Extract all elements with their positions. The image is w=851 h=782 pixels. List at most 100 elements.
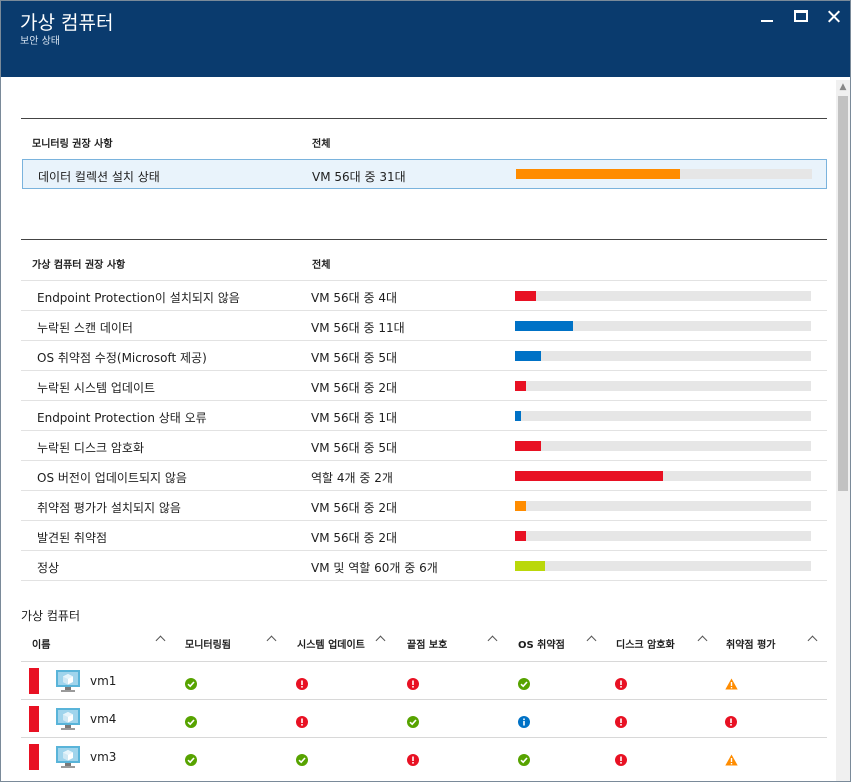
recommendation-row[interactable]: 취약점 평가가 설치되지 않음 VM 56대 중 2대 [21,491,827,521]
recommendation-name: Endpoint Protection이 설치되지 않음 [37,291,240,305]
column-header-system-update[interactable]: 시스템 업데이트 [297,636,365,651]
check-circle-icon [518,675,530,690]
sort-chevron-up-icon[interactable] [697,633,707,643]
sort-chevron-up-icon[interactable] [375,633,385,643]
recommendation-row[interactable]: OS 취약점 수정(Microsoft 제공) VM 56대 중 5대 [21,341,827,371]
close-button[interactable] [824,8,844,26]
title-bar: 가상 컴퓨터 보안 상태 [1,1,850,77]
recommendation-name: 누락된 디스크 암호화 [37,441,144,455]
progress-bar [515,411,811,421]
progress-fill [515,351,542,361]
progress-bar [515,531,811,541]
warning-triangle-icon [725,675,738,690]
severity-indicator [29,744,39,770]
column-header-monitored[interactable]: 모니터링됨 [185,636,231,651]
recommendation-name: 취약점 평가가 설치되지 않음 [37,501,181,515]
error-circle-icon [296,713,308,728]
recommendation-row[interactable]: Endpoint Protection이 설치되지 않음 VM 56대 중 4대 [21,281,827,311]
progress-fill [515,471,663,481]
vm-list-title: 가상 컴퓨터 [21,609,81,623]
recommendation-row[interactable]: 발견된 취약점 VM 56대 중 2대 [21,521,827,551]
scroll-up-arrow-icon[interactable]: ▲ [836,80,850,94]
minimize-icon [761,20,773,22]
vm-name[interactable]: vm3 [90,750,116,764]
progress-bar [516,169,812,179]
info-circle-icon [518,713,530,728]
check-circle-icon [185,675,197,690]
error-circle-icon [615,675,627,690]
recommendation-name: OS 취약점 수정(Microsoft 제공) [37,351,207,365]
vm-table-row[interactable]: vm4 [21,699,827,737]
sort-chevron-up-icon[interactable] [586,633,596,643]
recommendation-total: VM 56대 중 4대 [311,291,398,305]
progress-fill [516,169,680,179]
monitoring-header-name: 모니터링 권장 사항 [32,139,113,150]
error-circle-icon [725,713,737,728]
progress-fill [515,291,536,301]
monitoring-header-total: 전체 [312,139,331,150]
check-circle-icon [185,751,197,766]
error-circle-icon [615,713,627,728]
recommendation-total: VM 56대 중 2대 [311,381,398,395]
maximize-button[interactable] [791,8,811,26]
sort-chevron-up-icon[interactable] [155,633,165,643]
recommendation-total: VM 56대 중 2대 [311,531,398,545]
section-divider [21,118,827,119]
error-circle-icon [407,751,419,766]
recommendation-total: VM 및 역할 60개 중 6개 [311,561,438,575]
recommendation-total: VM 56대 중 1대 [311,411,398,425]
progress-bar [515,561,811,571]
sort-chevron-up-icon[interactable] [487,633,497,643]
blade-title: 가상 컴퓨터 [20,12,114,34]
minimize-button[interactable] [757,8,777,26]
sort-chevron-up-icon[interactable] [266,633,276,643]
check-circle-icon [518,751,530,766]
recommendation-name: 발견된 취약점 [37,531,108,545]
progress-fill [515,381,526,391]
column-header-os-vulnerability[interactable]: OS 취약점 [518,636,565,651]
scroll-thumb[interactable] [838,96,848,491]
severity-indicator [29,668,39,694]
recommendation-name: OS 버전이 업데이트되지 않음 [37,471,187,485]
vm-rec-header-rule [21,251,827,281]
column-header-name[interactable]: 이름 [32,636,50,651]
virtual-machine-icon [55,668,81,694]
column-header-endpoint-protection[interactable]: 끝점 보호 [407,636,447,651]
column-header-vulnerability-assessment[interactable]: 취약점 평가 [726,636,775,651]
virtual-machine-icon [55,706,81,732]
recommendation-row[interactable]: 정상 VM 및 역할 60개 중 6개 [21,551,827,581]
vm-name[interactable]: vm4 [90,712,116,726]
progress-fill [515,321,573,331]
progress-bar [515,381,811,391]
vm-table-row[interactable]: vm3 [21,737,827,775]
recommendation-total: VM 56대 중 5대 [311,351,398,365]
virtual-machine-icon [55,744,81,770]
progress-bar [515,351,811,361]
progress-bar [515,321,811,331]
vm-name[interactable]: vm1 [90,674,116,688]
recommendation-total: VM 56대 중 11대 [311,321,405,335]
recommendation-row[interactable]: 누락된 시스템 업데이트 VM 56대 중 2대 [21,371,827,401]
progress-fill [515,501,526,511]
recommendation-row[interactable]: OS 버전이 업데이트되지 않음 역할 4개 중 2개 [21,461,827,491]
monitoring-row[interactable]: 데이터 컬렉션 설치 상태 VM 56대 중 31대 [22,159,827,189]
vm-table-row[interactable]: vm1 [21,661,827,699]
severity-indicator [29,706,39,732]
monitoring-row-name: 데이터 컬렉션 설치 상태 [38,170,160,184]
monitoring-row-total: VM 56대 중 31대 [312,170,406,184]
recommendation-row[interactable]: Endpoint Protection 상태 오류 VM 56대 중 1대 [21,401,827,431]
progress-fill [515,531,526,541]
recommendation-name: 누락된 스캔 데이터 [37,321,133,335]
blade-window: 가상 컴퓨터 보안 상태 ▲ 모니터링 권장 사항 전체 데이터 컬렉션 설치 … [0,0,851,782]
error-circle-icon [615,751,627,766]
check-circle-icon [296,751,308,766]
column-header-disk-encryption[interactable]: 디스크 암호화 [616,636,675,651]
recommendation-row[interactable]: 누락된 디스크 암호화 VM 56대 중 5대 [21,431,827,461]
sort-chevron-up-icon[interactable] [807,633,817,643]
vm-rec-header-name: 가상 컴퓨터 권장 사항 [32,260,126,271]
recommendation-total: VM 56대 중 2대 [311,501,398,515]
progress-bar [515,441,811,451]
progress-fill [515,411,521,421]
vertical-scrollbar[interactable]: ▲ [836,80,850,781]
recommendation-row[interactable]: 누락된 스캔 데이터 VM 56대 중 11대 [21,311,827,341]
